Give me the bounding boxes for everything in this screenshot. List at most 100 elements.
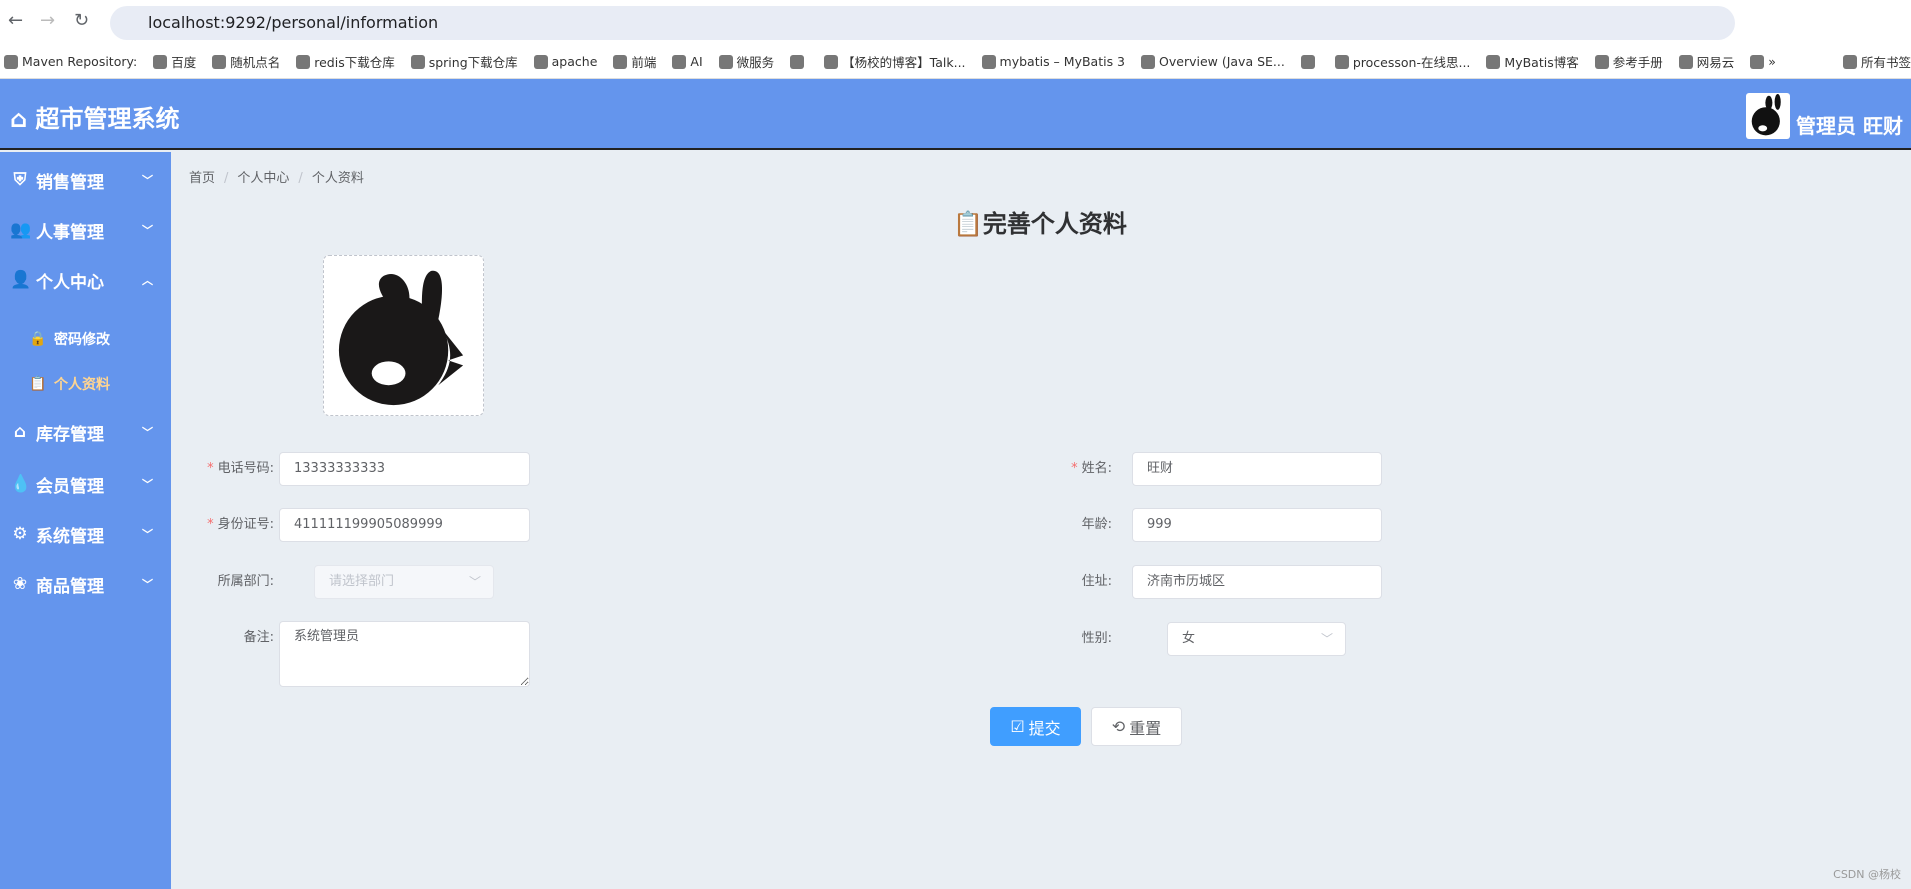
page-title: 📋完善个人资料 xyxy=(953,204,1127,239)
back-icon[interactable]: ← xyxy=(8,10,23,31)
bookmark-icon xyxy=(981,54,996,69)
sidebar-item-0[interactable]: ⛨ 销售管理 ﹀ xyxy=(0,155,171,205)
remark-label: 备注: xyxy=(243,630,274,645)
sidebar-item-label: 销售管理 xyxy=(36,172,104,193)
reset-button[interactable]: ⟲ 重置 xyxy=(1091,707,1182,746)
bookmark-icon xyxy=(4,54,18,69)
bookmark-icon xyxy=(533,54,548,69)
gender-select[interactable]: 女 ﹀ xyxy=(1167,622,1346,656)
address-input[interactable]: 济南市历城区 xyxy=(1132,565,1382,599)
bookmark-item[interactable]: 所有书签 xyxy=(1842,52,1911,71)
sidebar-item-label: 会员管理 xyxy=(36,476,104,497)
bookmark-label: Maven Repository: xyxy=(22,54,138,69)
bookmark-icon xyxy=(790,54,805,69)
bookmark-label: mybatis – MyBatis 3 xyxy=(999,54,1126,69)
bookmark-label: 微服务 xyxy=(736,55,775,70)
sidebar-subitem-0[interactable]: 🔒 密码修改 xyxy=(0,317,171,361)
bookmark-item[interactable]: 随机点名 xyxy=(212,52,280,71)
sidebar-item-2[interactable]: 👤 个人中心 ︿ xyxy=(0,255,171,305)
bookmark-item[interactable]: 微服务 xyxy=(718,52,775,71)
bookmark-icon xyxy=(613,54,628,69)
sidebar-item-label: 系统管理 xyxy=(36,526,104,547)
bookmark-item[interactable]: 百度 xyxy=(153,52,196,71)
sidebar: ⛨ 销售管理 ﹀ 👥 人事管理 ﹀ 👤 个人中心 ︿ ⌂ 库存管理 ﹀ 💧 会员管理 ﹀ ⚙ 系统管理 ﹀ ❀ 商品管… xyxy=(0,152,171,889)
browser-toolbar: ← → ↻ localhost:9292/personal/informatio… xyxy=(0,0,1911,45)
name-input[interactable]: 旺财 xyxy=(1132,452,1382,486)
bookmark-item[interactable]: redis下载仓库 xyxy=(296,52,395,71)
phone-label: * 电话号码: xyxy=(207,461,274,476)
sidebar-item-label: 个人中心 xyxy=(36,272,104,293)
sidebar-item-4[interactable]: 💧 会员管理 ﹀ xyxy=(0,459,171,509)
bookmark-item[interactable]: MyBatis博客 xyxy=(1486,52,1579,71)
chevron-down-icon: ﹀ xyxy=(142,578,153,591)
sidebar-item-3[interactable]: ⌂ 库存管理 ﹀ xyxy=(0,407,171,457)
bookmark-icon xyxy=(1486,54,1501,69)
shield-icon: ⛨ xyxy=(13,170,27,190)
bookmark-icon xyxy=(410,54,425,69)
dept-select[interactable]: 请选择部门 ﹀ xyxy=(314,565,494,599)
drop-icon: 💧 xyxy=(10,474,32,494)
bookmark-item[interactable]: 前端 xyxy=(613,52,656,71)
document-icon: 📋 xyxy=(29,376,47,392)
sidebar-subitem-label: 密码修改 xyxy=(54,332,110,348)
bookmark-item[interactable]: 参考手册 xyxy=(1594,52,1663,71)
idcard-input[interactable]: 411111199905089999 xyxy=(279,508,530,542)
bookmark-item[interactable]: spring下载仓库 xyxy=(410,52,518,71)
app-title: ⌂ 超市管理系统 xyxy=(10,99,180,134)
refresh-icon: ⟲ xyxy=(1111,717,1126,736)
bookmark-icon xyxy=(1594,54,1609,69)
breadcrumb-current: 个人资料 xyxy=(311,171,364,186)
home-icon: ⌂ xyxy=(10,105,36,133)
sidebar-item-6[interactable]: ❀ 商品管理 ﹀ xyxy=(0,559,171,609)
dept-label: 所属部门: xyxy=(217,574,274,589)
sidebar-subitem-1[interactable]: 📋 个人资料 xyxy=(0,362,171,406)
gear-icon: ⚙ xyxy=(12,524,28,544)
bookmark-item[interactable]: Maven Repository: xyxy=(4,54,137,69)
bookmark-item[interactable] xyxy=(1300,54,1319,69)
page-title-text: 完善个人资料 xyxy=(982,210,1127,238)
bookmark-item[interactable]: processon-在线思... xyxy=(1334,52,1470,71)
app-title-text: 超市管理系统 xyxy=(35,105,180,133)
breadcrumb: 首页 / 个人中心 / 个人资料 xyxy=(189,171,364,186)
phone-input[interactable]: 13333333333 xyxy=(279,452,530,486)
address-bar[interactable]: localhost:9292/personal/information xyxy=(110,6,1735,40)
bookmark-item[interactable]: » xyxy=(1750,54,1776,69)
address-label: 住址: xyxy=(1081,574,1112,589)
bookmark-item[interactable]: mybatis – MyBatis 3 xyxy=(981,54,1126,69)
avatar-uploader[interactable] xyxy=(323,255,484,416)
reset-label: 重置 xyxy=(1129,718,1162,738)
submit-label: 提交 xyxy=(1028,718,1061,738)
submit-button[interactable]: ☑ 提交 xyxy=(990,707,1081,746)
sidebar-item-label: 库存管理 xyxy=(36,424,104,445)
bookmark-label: 参考手册 xyxy=(1612,55,1663,70)
bookmark-item[interactable]: AI xyxy=(672,54,703,69)
bookmark-item[interactable]: 【杨校的博客】Talk... xyxy=(824,52,966,71)
bookmark-label: » xyxy=(1768,54,1776,69)
breadcrumb-home[interactable]: 首页 xyxy=(189,171,215,186)
bookmark-label: spring下载仓库 xyxy=(428,55,518,70)
age-input[interactable]: 999 xyxy=(1132,508,1382,542)
idcard-label: * 身份证号: xyxy=(207,517,274,532)
bookmark-item[interactable]: Overview (Java SE... xyxy=(1141,54,1285,69)
gender-value: 女 xyxy=(1182,631,1196,646)
bookmark-icon xyxy=(153,54,168,69)
reload-icon[interactable]: ↻ xyxy=(74,10,89,31)
bookmark-icon xyxy=(1300,54,1315,69)
sidebar-item-label: 商品管理 xyxy=(36,576,104,597)
chevron-down-icon: ﹀ xyxy=(142,174,153,187)
users-icon: 👥 xyxy=(10,220,32,240)
bookmark-item[interactable]: apache xyxy=(533,54,597,69)
bookmarks-bar: Maven Repository: 百度 随机点名 redis下载仓库 spring下载… xyxy=(0,45,1911,79)
sidebar-item-5[interactable]: ⚙ 系统管理 ﹀ xyxy=(0,509,171,559)
bookmark-item[interactable] xyxy=(790,54,808,69)
bookmark-label: 网易云 xyxy=(1696,55,1735,70)
bookmark-item[interactable]: 网易云 xyxy=(1678,52,1735,71)
gender-label: 性别: xyxy=(1081,631,1112,646)
sidebar-item-1[interactable]: 👥 人事管理 ﹀ xyxy=(0,205,171,255)
bookmark-icon xyxy=(824,54,839,69)
remark-textarea[interactable]: 系统管理员 xyxy=(279,621,530,687)
document-icon: 📋 xyxy=(953,210,983,238)
breadcrumb-personal[interactable]: 个人中心 xyxy=(237,171,289,186)
forward-icon[interactable]: → xyxy=(40,10,55,31)
user-info[interactable]: 管理员 旺财 xyxy=(1746,93,1903,139)
